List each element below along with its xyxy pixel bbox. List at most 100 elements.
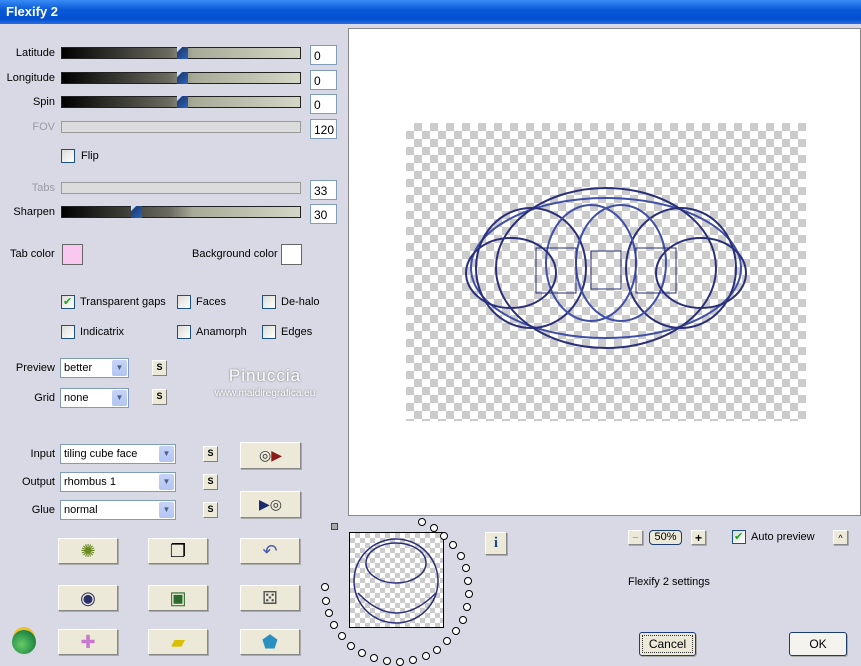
tab-color-label: Tab color: [10, 248, 55, 260]
rotation-dot[interactable]: [464, 577, 473, 586]
spin-input[interactable]: 0: [310, 94, 337, 114]
plus-icon: +: [694, 530, 702, 545]
undo-button[interactable]: ↶: [240, 538, 300, 564]
transparent-gaps-checkbox[interactable]: [61, 295, 75, 309]
zoom-in-button[interactable]: +: [691, 530, 706, 545]
rotation-dot[interactable]: [382, 657, 391, 666]
faces-checkbox[interactable]: [177, 295, 191, 309]
spin-label: Spin: [32, 96, 55, 108]
rotation-dot[interactable]: [324, 609, 333, 618]
spin-slider[interactable]: [61, 96, 301, 108]
glue-s-button[interactable]: S: [203, 502, 218, 518]
grid-s-button[interactable]: S: [152, 389, 167, 405]
de-halo-checkbox[interactable]: [262, 295, 276, 309]
forward-render-button[interactable]: ◎▶: [240, 442, 301, 469]
tab-color-swatch[interactable]: [62, 244, 83, 265]
pentagon-icon: ⬟: [262, 631, 278, 652]
dice-icon: ⚄: [262, 587, 278, 608]
glue-value: normal: [64, 504, 98, 516]
sharpen-slider[interactable]: [61, 206, 301, 218]
grid-label: Grid: [34, 392, 55, 404]
tabs-input[interactable]: 33: [310, 180, 337, 200]
dice-button[interactable]: ⚄: [240, 585, 300, 611]
rotation-dot[interactable]: [461, 564, 470, 573]
de-halo-label: De-halo: [281, 296, 320, 308]
chevron-down-icon: ▼: [159, 502, 174, 518]
collapse-button[interactable]: ^: [833, 530, 848, 545]
rotation-dot[interactable]: [321, 583, 330, 592]
sharpen-input[interactable]: 30: [310, 204, 337, 224]
rotation-dot[interactable]: [337, 632, 346, 641]
rotation-dot[interactable]: [451, 627, 460, 636]
grid-select[interactable]: none ▼: [60, 388, 129, 408]
latitude-input[interactable]: 0: [310, 45, 337, 65]
rotation-dot[interactable]: [409, 656, 418, 665]
indicatrix-checkbox[interactable]: [61, 325, 75, 339]
brick-button[interactable]: ▰: [148, 629, 208, 655]
rotation-dot[interactable]: [456, 552, 465, 561]
longitude-label: Longitude: [6, 72, 55, 84]
rotation-dot[interactable]: [330, 621, 339, 630]
preview-select[interactable]: better ▼: [60, 358, 129, 378]
flip-checkbox[interactable]: [61, 149, 75, 163]
latitude-slider[interactable]: [61, 47, 301, 59]
slider-thumb[interactable]: [130, 206, 142, 218]
rotation-dot[interactable]: [458, 615, 467, 624]
rotation-dot[interactable]: [370, 654, 379, 663]
chevron-down-icon: ▼: [112, 390, 127, 406]
slider-thumb[interactable]: [176, 96, 188, 108]
edges-checkbox[interactable]: [262, 325, 276, 339]
longitude-slider[interactable]: [61, 72, 301, 84]
randomize-icon: ✺: [80, 540, 96, 561]
flip-label: Flip: [81, 150, 99, 162]
cancel-button[interactable]: Cancel: [639, 632, 696, 656]
copy-button[interactable]: ❐: [148, 538, 208, 564]
input-s-button[interactable]: S: [203, 446, 218, 462]
input-select[interactable]: tiling cube face ▼: [60, 444, 176, 464]
rotation-dot[interactable]: [429, 523, 438, 532]
frame-button[interactable]: ▣: [148, 585, 208, 611]
reverse-render-button[interactable]: ▶◎: [240, 491, 301, 518]
glue-select[interactable]: normal ▼: [60, 500, 176, 520]
rotation-dot[interactable]: [449, 541, 458, 550]
rotation-dot[interactable]: [440, 531, 449, 540]
chevron-down-icon: ▼: [159, 474, 174, 490]
slider-thumb[interactable]: [176, 47, 188, 59]
rotation-dot[interactable]: [433, 645, 442, 654]
cross-icon: ✚: [80, 631, 96, 652]
copy-icon: ❐: [169, 540, 187, 561]
rotation-dot[interactable]: [417, 518, 426, 527]
zoom-out-button[interactable]: −: [628, 530, 643, 545]
input-value: tiling cube face: [64, 448, 138, 460]
window-title: Flexify 2: [6, 4, 59, 19]
thumbnail-handle[interactable]: [331, 523, 338, 530]
anamorph-checkbox[interactable]: [177, 325, 191, 339]
watermark-name: Pinuccia: [228, 366, 302, 385]
grid-value: none: [64, 392, 89, 404]
torus-button[interactable]: ◉: [58, 585, 118, 611]
output-value: rhombus 1: [64, 476, 116, 488]
rotation-dot[interactable]: [421, 652, 430, 661]
pentagon-button[interactable]: ⬟: [240, 629, 300, 655]
output-s-button[interactable]: S: [203, 474, 218, 490]
rotation-dot[interactable]: [321, 596, 330, 605]
longitude-input[interactable]: 0: [310, 70, 337, 90]
rotation-dot[interactable]: [347, 641, 356, 650]
randomize-button[interactable]: ✺: [58, 538, 118, 564]
rotation-dot[interactable]: [464, 590, 473, 599]
rotation-dot[interactable]: [358, 648, 367, 657]
cross-button[interactable]: ✚: [58, 629, 118, 655]
auto-preview-checkbox[interactable]: [732, 530, 746, 544]
rotation-dot[interactable]: [462, 603, 471, 612]
info-button[interactable]: i: [485, 532, 507, 555]
output-select[interactable]: rhombus 1 ▼: [60, 472, 176, 492]
ok-button[interactable]: OK: [789, 632, 847, 656]
fov-input[interactable]: 120: [310, 119, 337, 139]
fov-slider: [61, 121, 301, 133]
preview-s-button[interactable]: S: [152, 360, 167, 376]
background-color-swatch[interactable]: [281, 244, 302, 265]
source-thumbnail[interactable]: [349, 532, 444, 628]
flexify-logo-icon: [12, 630, 36, 654]
slider-thumb[interactable]: [176, 72, 188, 84]
rotation-dot[interactable]: [443, 637, 452, 646]
